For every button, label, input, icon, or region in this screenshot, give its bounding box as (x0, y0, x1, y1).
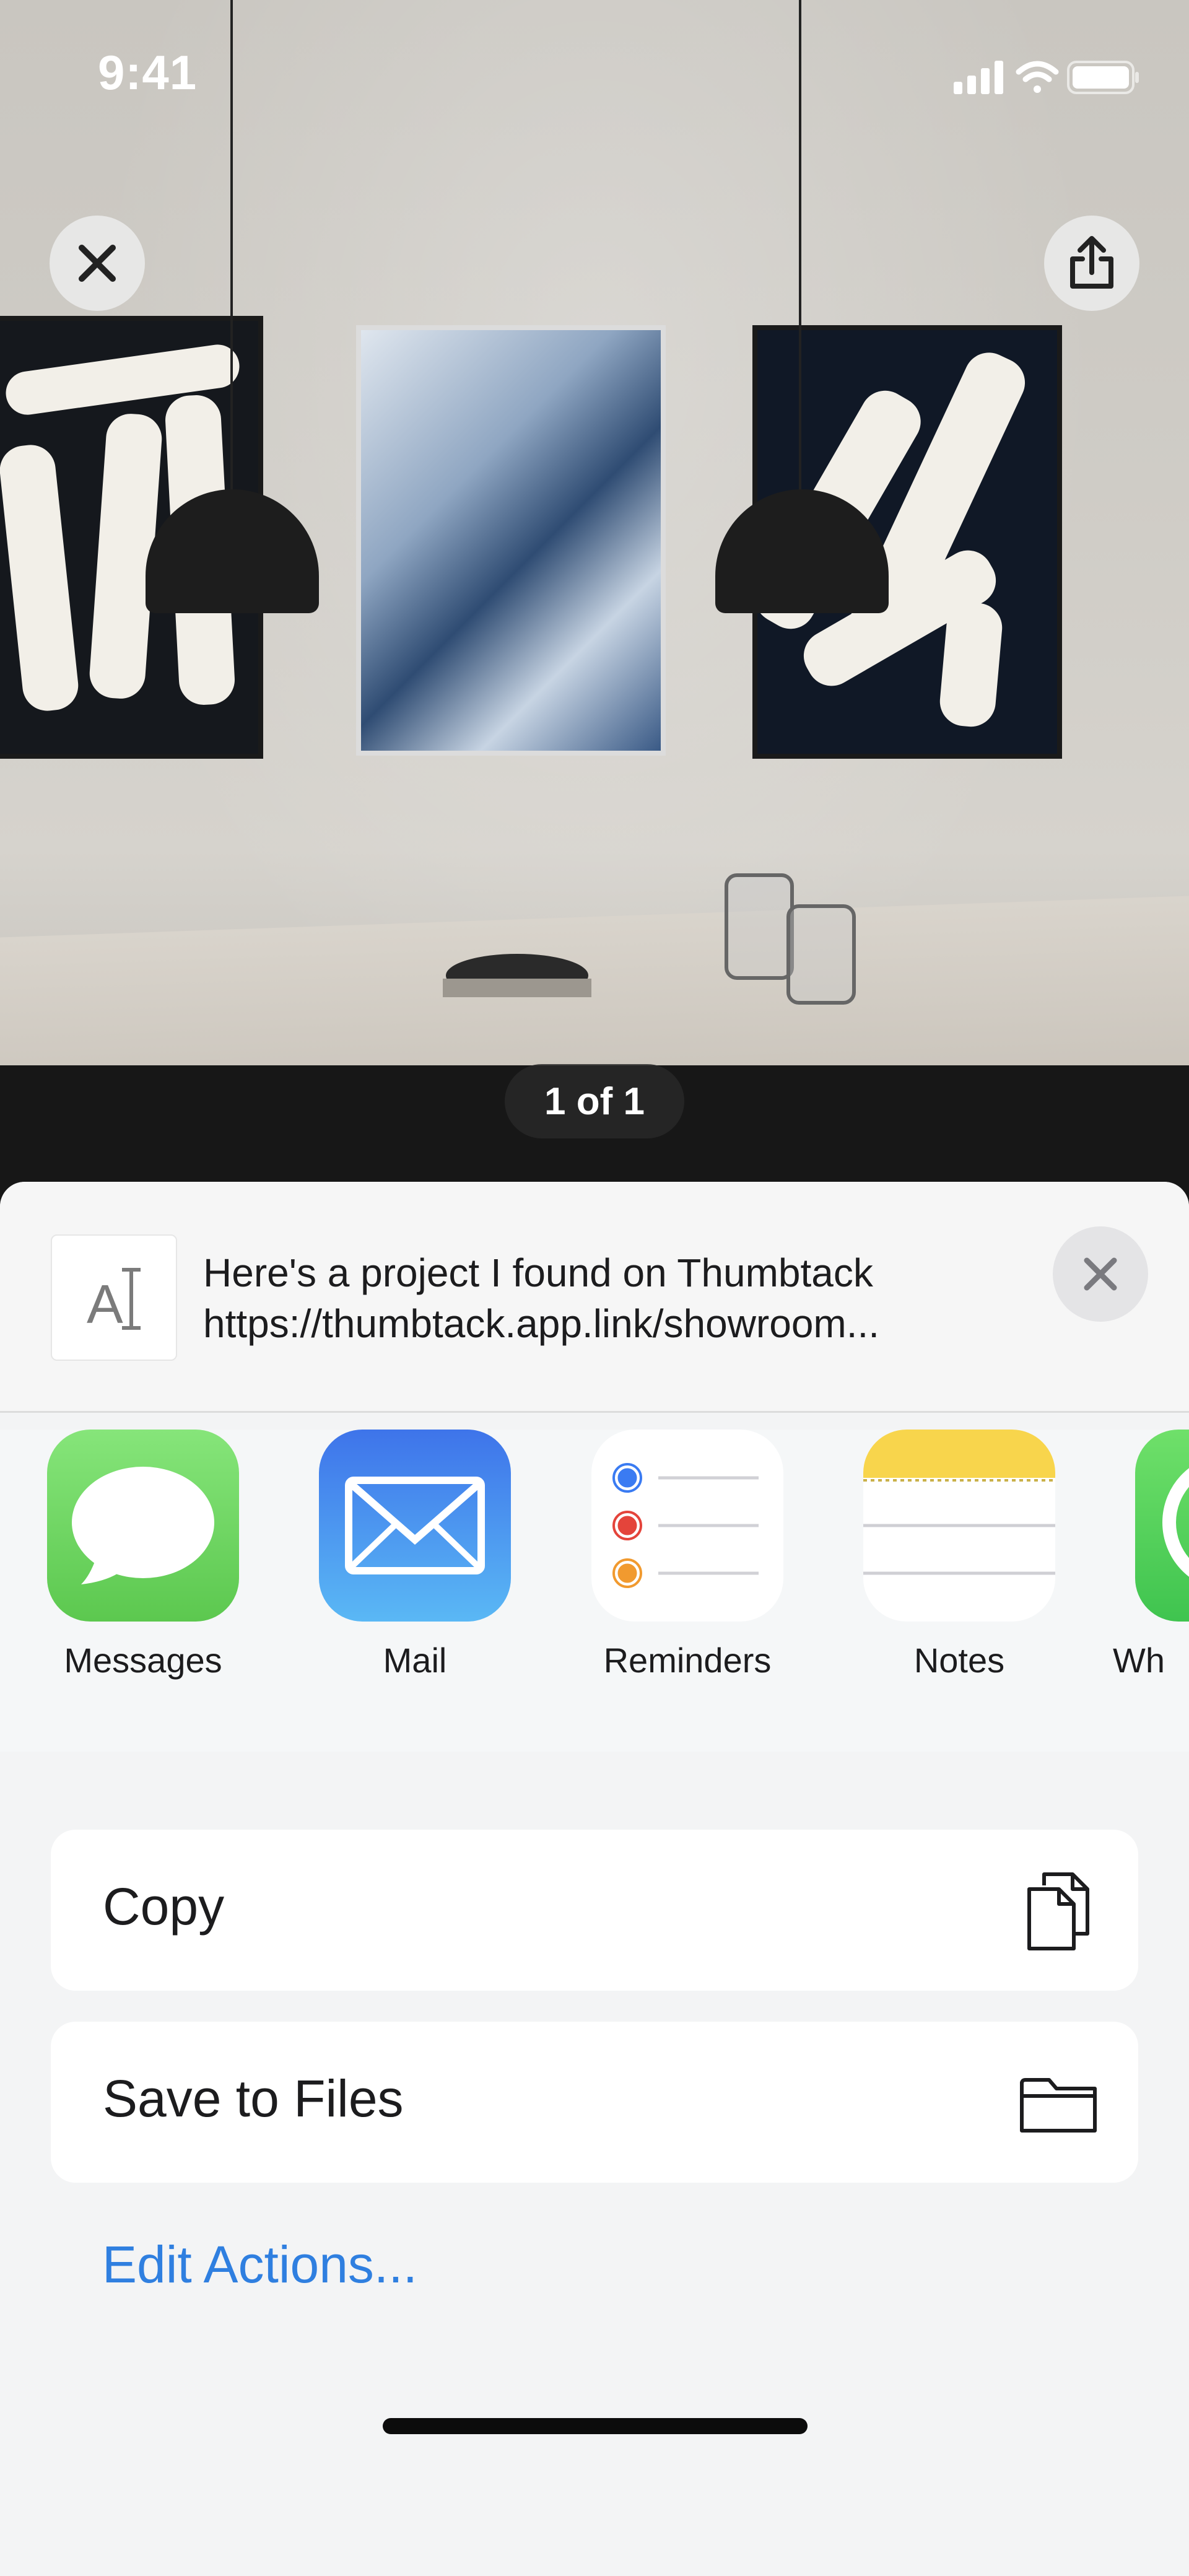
copy-action[interactable]: Copy (51, 1830, 1138, 1991)
preview-title: Here's a project I found on Thumbtack (203, 1251, 873, 1295)
app-label-messages: Messages (64, 1641, 222, 1680)
whatsapp-icon (1135, 1430, 1189, 1622)
wifi-icon (1016, 61, 1059, 93)
messages-icon (47, 1430, 239, 1622)
preview-url: https://thumbtack.app.link/showroom... (203, 1301, 880, 1346)
reminders-icon (591, 1430, 783, 1622)
table-books (443, 979, 591, 997)
copy-icon (1027, 1872, 1089, 1950)
share-app-whatsapp[interactable]: Wh (1113, 1430, 1189, 1752)
app-label-notes: Notes (913, 1641, 1005, 1680)
folder-icon (1020, 2078, 1097, 2133)
status-time: 9:41 (98, 45, 198, 100)
mail-icon (319, 1430, 511, 1622)
close-photo-button[interactable] (50, 216, 145, 311)
candle-jar-2 (786, 904, 856, 1005)
shared-photo (0, 0, 1189, 1214)
status-icons (892, 55, 1139, 98)
photo-counter: 1 of 1 (505, 1064, 684, 1138)
close-share-sheet-button[interactable] (1053, 1226, 1148, 1322)
artwork-middle (356, 325, 666, 756)
close-icon (79, 245, 116, 282)
share-icon (1070, 236, 1113, 289)
share-photo-button[interactable] (1044, 216, 1139, 311)
app-label-whatsapp: Wh (1113, 1641, 1165, 1680)
battery-icon (1067, 61, 1139, 94)
app-label-mail: Mail (383, 1641, 447, 1680)
save-to-files-action[interactable]: Save to Files (51, 2022, 1138, 2183)
notes-icon (863, 1430, 1055, 1622)
close-icon (1084, 1257, 1117, 1291)
home-indicator[interactable] (383, 2418, 808, 2434)
save-to-files-action-label: Save to Files (103, 2069, 404, 2128)
share-app-notes[interactable]: Notes (863, 1430, 1055, 1752)
cellular-signal-icon (954, 61, 1003, 94)
app-label-reminders: Reminders (603, 1641, 772, 1680)
share-app-messages[interactable]: Messages (47, 1430, 239, 1752)
text-document-icon: A (51, 1234, 177, 1361)
share-sheet: A Here's a project I found on Thumbtack … (0, 1182, 1189, 2576)
share-app-row: Messages Mail Reminders Notes Wh (0, 1430, 1189, 1752)
copy-action-label: Copy (103, 1877, 225, 1936)
share-app-mail[interactable]: Mail (319, 1430, 511, 1752)
edit-actions-link[interactable]: Edit Actions... (102, 2235, 417, 2295)
share-app-reminders[interactable]: Reminders (591, 1430, 783, 1752)
status-bar: 9:41 (0, 0, 1189, 142)
share-sheet-header: A Here's a project I found on Thumbtack … (0, 1182, 1189, 1413)
candle-jar-1 (725, 873, 794, 980)
